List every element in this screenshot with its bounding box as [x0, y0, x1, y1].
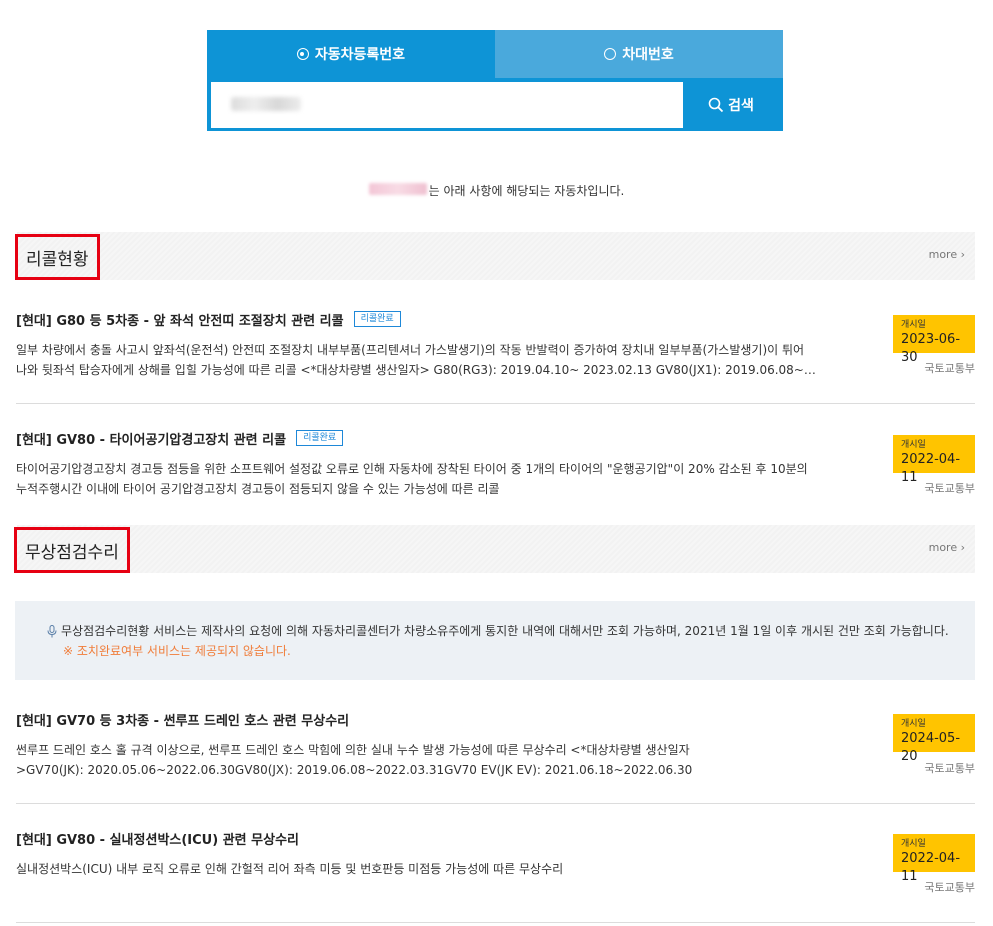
- item-description: 일부 차량에서 충돌 사고시 앞좌석(운전석) 안전띠 조절장치 내부부품(프리…: [16, 340, 816, 380]
- tab-vin-number[interactable]: 차대번호: [495, 30, 783, 78]
- microphone-icon: [47, 625, 57, 638]
- item-desc-line: >GV70(JK): 2020.05.06~2022.06.30GV80(JX)…: [16, 763, 693, 777]
- free-repair-more-link[interactable]: more ›: [929, 541, 965, 554]
- tab-registration-label: 자동차등록번호: [314, 47, 406, 63]
- date-label: 개시일: [901, 320, 926, 330]
- search-button[interactable]: 검색: [683, 82, 779, 128]
- item-desc-line: 썬루프 드레인 호스 홀 규격 이상으로, 썬루프 드레인 호스 막힘에 의한 …: [16, 743, 690, 757]
- item-desc-line: 누적주행시간 이내에 타이어 공기압경고장치 경고등이 점등되지 않을 수 있는…: [16, 482, 500, 496]
- item-desc-line: 실내정션박스(ICU) 내부 로직 오류로 인해 간헐적 리어 좌측 미등 및 …: [16, 862, 564, 876]
- section-title: 무상점검수리: [14, 527, 130, 573]
- notice-warning-text: ※ 조치완료여부 서비스는 제공되지 않습니다.: [63, 644, 291, 658]
- notice-main-row: 무상점검수리현황 서비스는 제작사의 요청에 의해 자동차리콜센터가 차량소유주…: [47, 621, 975, 641]
- status-badge: 리콜완료: [296, 430, 344, 446]
- item-desc-line: 타이어공기압경고장치 경고등 점등을 위한 소프트웨어 설정값 오류로 인해 자…: [16, 462, 808, 476]
- item-desc-line: 일부 차량에서 충돌 사고시 앞좌석(운전석) 안전띠 조절장치 내부부품(프리…: [16, 343, 805, 357]
- source-label: 국토교통부: [924, 762, 975, 775]
- item-title-row: [현대] GV80 - 실내정션박스(ICU) 관련 무상수리: [16, 829, 975, 848]
- item-title: [현대] G80 등 5차종 - 앞 좌석 안전띠 조절장치 관련 리콜: [16, 313, 344, 329]
- section-title: 리콜현황: [15, 234, 100, 280]
- redacted-plate-number: [231, 97, 301, 111]
- list-item[interactable]: [현대] GV70 등 3차종 - 썬루프 드레인 호스 관련 무상수리 썬루프…: [16, 710, 975, 780]
- item-title-row: [현대] GV70 등 3차종 - 썬루프 드레인 호스 관련 무상수리: [16, 710, 975, 729]
- recall-section-header: 리콜현황 more ›: [15, 232, 975, 280]
- recall-more-link[interactable]: more ›: [929, 248, 965, 261]
- start-date-badge: 개시일 2022-04-11: [893, 834, 975, 884]
- item-title: [현대] GV70 등 3차종 - 썬루프 드레인 호스 관련 무상수리: [16, 713, 350, 729]
- tab-registration-number[interactable]: 자동차등록번호: [207, 30, 495, 78]
- status-badge: 리콜완료: [353, 311, 401, 327]
- result-summary: 는 아래 사항에 해당되는 자동차입니다.: [0, 182, 993, 199]
- tab-vin-label: 차대번호: [622, 47, 674, 63]
- item-desc-line: 나와 뒷좌석 탑승자에게 상해를 입힐 가능성에 따른 리콜 <*대상차량별 생…: [16, 363, 816, 377]
- date-label: 개시일: [901, 719, 926, 729]
- search-icon: [708, 97, 724, 113]
- search-row: 검색: [211, 82, 779, 128]
- item-description: 실내정션박스(ICU) 내부 로직 오류로 인해 간헐적 리어 좌측 미등 및 …: [16, 859, 816, 879]
- source-label: 국토교통부: [924, 482, 975, 495]
- source-label: 국토교통부: [924, 362, 975, 375]
- notice-main-text: 무상점검수리현황 서비스는 제작사의 요청에 의해 자동차리콜센터가 차량소유주…: [61, 624, 949, 638]
- result-summary-text: 는 아래 사항에 해당되는 자동차입니다.: [428, 184, 625, 198]
- item-title: [현대] GV80 - 실내정션박스(ICU) 관련 무상수리: [16, 832, 299, 848]
- redacted-vehicle-number: [368, 183, 427, 195]
- item-title-row: [현대] GV80 - 타이어공기압경고장치 관련 리콜 리콜완료: [16, 429, 975, 448]
- item-description: 썬루프 드레인 호스 홀 규격 이상으로, 썬루프 드레인 호스 막힘에 의한 …: [16, 740, 816, 780]
- divider: [16, 403, 975, 404]
- radio-selected-icon: [296, 48, 309, 60]
- search-type-tabs: 자동차등록번호 차대번호: [207, 30, 783, 78]
- search-input-wrap: [211, 82, 683, 128]
- date-label: 개시일: [901, 440, 926, 450]
- start-date-badge: 개시일 2024-05-20: [893, 714, 975, 764]
- item-title-row: [현대] G80 등 5차종 - 앞 좌석 안전띠 조절장치 관련 리콜 리콜완…: [16, 310, 975, 329]
- list-item[interactable]: [현대] GV80 - 타이어공기압경고장치 관련 리콜 리콜완료 타이어공기압…: [16, 429, 975, 499]
- list-item[interactable]: [현대] G80 등 5차종 - 앞 좌석 안전띠 조절장치 관련 리콜 리콜완…: [16, 310, 975, 380]
- divider: [16, 922, 975, 923]
- start-date-badge: 개시일 2023-06-30: [893, 315, 975, 365]
- free-repair-notice: 무상점검수리현황 서비스는 제작사의 요청에 의해 자동차리콜센터가 차량소유주…: [15, 601, 975, 680]
- date-label: 개시일: [901, 839, 926, 849]
- start-date-badge: 개시일 2022-04-11: [893, 435, 975, 485]
- radio-unselected-icon: [604, 48, 617, 60]
- free-repair-section-header: 무상점검수리 more ›: [14, 525, 975, 573]
- divider: [16, 803, 975, 804]
- item-description: 타이어공기압경고장치 경고등 점등을 위한 소프트웨어 설정값 오류로 인해 자…: [16, 459, 816, 499]
- source-label: 국토교통부: [924, 881, 975, 894]
- search-button-label: 검색: [728, 98, 754, 114]
- item-title: [현대] GV80 - 타이어공기압경고장치 관련 리콜: [16, 432, 287, 448]
- vehicle-search-panel: 자동차등록번호 차대번호 검색: [207, 30, 783, 131]
- list-item[interactable]: [현대] GV80 - 실내정션박스(ICU) 관련 무상수리 실내정션박스(I…: [16, 829, 975, 894]
